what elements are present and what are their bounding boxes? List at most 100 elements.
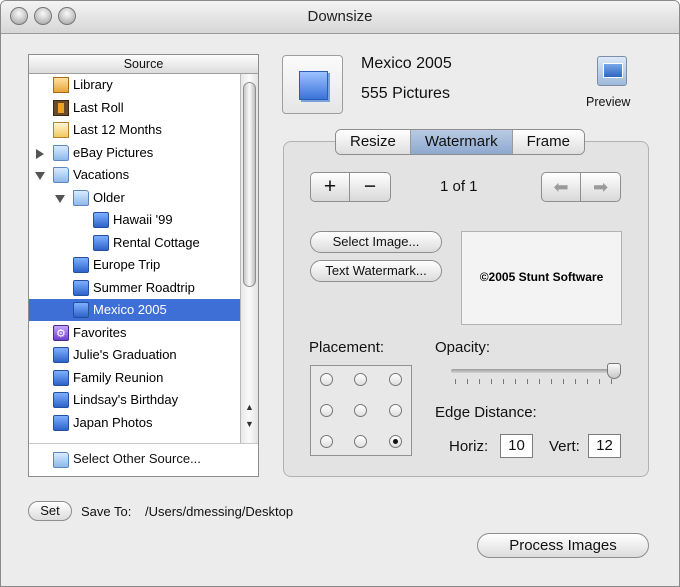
slider-tick — [467, 379, 468, 384]
placement-bottom-right-radio[interactable] — [389, 435, 402, 448]
placement-middle-right-radio[interactable] — [389, 404, 402, 417]
slider-tick — [575, 379, 576, 384]
source-item-favorites[interactable]: Favorites — [29, 322, 240, 345]
source-item-mexico-2005[interactable]: Mexico 2005 — [29, 299, 240, 321]
slider-tick — [599, 379, 600, 384]
window-title: Downsize — [307, 8, 373, 25]
text-watermark-button[interactable]: Text Watermark... — [310, 260, 442, 282]
placement-top-right-radio[interactable] — [389, 373, 402, 386]
scroll-up-arrow-icon[interactable]: ▲ — [241, 399, 258, 415]
tab-frame[interactable]: Frame — [512, 130, 584, 154]
vert-label: Vert: — [549, 438, 580, 455]
source-item-rental-cottage[interactable]: Rental Cottage — [29, 232, 240, 254]
process-images-button[interactable]: Process Images — [477, 533, 649, 558]
source-item-summer-roadtrip[interactable]: Summer Roadtrip — [29, 277, 240, 299]
save-to-label: Save To: — [81, 504, 132, 519]
album-thumbnail — [282, 55, 343, 114]
source-item-last-12-months[interactable]: Last 12 Months — [29, 119, 240, 141]
horiz-field[interactable]: 10 — [500, 434, 533, 458]
add-watermark-button[interactable]: + — [310, 172, 350, 202]
edge-distance-label: Edge Distance: — [435, 404, 537, 421]
source-list: Source Library Last Roll Last 12 Months … — [28, 54, 259, 477]
tab-watermark[interactable]: Watermark — [410, 130, 513, 154]
picture-count: 555 Pictures — [361, 85, 450, 102]
album-icon — [93, 234, 109, 251]
film-roll-icon — [53, 99, 69, 116]
slider-tick — [479, 379, 480, 384]
placement-label: Placement: — [309, 339, 385, 356]
album-icon — [53, 392, 69, 408]
source-item-last-roll[interactable]: Last Roll — [29, 97, 240, 119]
placement-grid — [310, 365, 412, 456]
set-button[interactable]: Set — [28, 501, 72, 521]
source-header[interactable]: Source — [29, 55, 258, 74]
remove-watermark-button[interactable]: − — [350, 172, 391, 202]
source-item-library[interactable]: Library — [29, 74, 240, 96]
album-icon — [53, 369, 69, 386]
slider-tick — [527, 379, 528, 384]
select-image-button[interactable]: Select Image... — [310, 231, 442, 253]
next-arrow-button[interactable]: ➡ — [581, 172, 621, 202]
slider-tick — [551, 379, 552, 384]
folder-icon — [73, 189, 89, 206]
library-icon — [53, 77, 69, 93]
title-bar: Downsize — [1, 1, 679, 34]
smart-album-icon — [53, 323, 69, 345]
placement-bottom-center-radio[interactable] — [354, 435, 367, 448]
album-icon — [73, 302, 89, 318]
save-path: /Users/dmessing/Desktop — [145, 504, 294, 519]
opacity-slider-knob[interactable] — [607, 363, 621, 379]
calendar-icon — [53, 122, 69, 138]
placement-top-center-radio[interactable] — [354, 373, 367, 386]
source-item-hawaii-99[interactable]: Hawaii '99 — [29, 209, 240, 231]
downsize-window: Downsize Source Library Last Roll Last 1… — [0, 0, 680, 587]
source-item-japan-photos[interactable]: Japan Photos — [29, 412, 240, 434]
disclosure-triangle-open-icon[interactable] — [35, 172, 45, 180]
opacity-slider[interactable] — [451, 369, 621, 373]
horiz-label: Horiz: — [449, 438, 489, 455]
album-icon — [53, 347, 69, 363]
placement-center-radio[interactable] — [354, 404, 367, 417]
folder-icon — [53, 167, 69, 183]
album-icon — [93, 212, 109, 228]
source-item-europe-trip[interactable]: Europe Trip — [29, 254, 240, 276]
select-other-source-label: Select Other Source... — [73, 451, 201, 466]
scrollbar-thumb[interactable] — [243, 82, 256, 287]
source-item-older[interactable]: Older — [29, 187, 240, 209]
disclosure-triangle-closed-icon[interactable] — [36, 148, 44, 159]
previous-arrow-button[interactable]: ⬅ — [541, 172, 581, 202]
source-item-ebay-pictures[interactable]: eBay Pictures — [29, 142, 240, 164]
slider-tick — [563, 379, 564, 384]
source-item-family-reunion[interactable]: Family Reunion — [29, 367, 240, 389]
album-icon — [73, 257, 89, 273]
watermark-preview: ©2005 Stunt Software — [461, 231, 622, 325]
slider-tick — [515, 379, 516, 384]
slider-tick — [539, 379, 540, 384]
left-arrow-icon: ⬅ — [553, 177, 569, 197]
preview-icon[interactable] — [597, 56, 627, 86]
album-name: Mexico 2005 — [361, 55, 452, 72]
right-arrow-icon: ➡ — [592, 177, 609, 197]
slider-tick — [455, 379, 456, 384]
placement-middle-left-radio[interactable] — [320, 404, 333, 417]
slider-tick — [503, 379, 504, 384]
source-item-vacations[interactable]: Vacations — [29, 164, 240, 186]
vert-field[interactable]: 12 — [588, 434, 621, 458]
placement-bottom-left-radio[interactable] — [320, 435, 333, 448]
disclosure-triangle-open-icon[interactable] — [55, 194, 65, 203]
source-tree: Library Last Roll Last 12 Months eBay Pi… — [29, 74, 240, 444]
placement-top-left-radio[interactable] — [320, 373, 333, 386]
opacity-label: Opacity: — [435, 339, 491, 356]
settings-tabs: Resize Watermark Frame — [335, 129, 585, 155]
source-item-julies-graduation[interactable]: Julie's Graduation — [29, 344, 240, 366]
album-icon — [53, 414, 69, 431]
scroll-down-arrow-icon[interactable]: ▼ — [241, 416, 258, 432]
folder-icon — [53, 452, 69, 468]
preview-label[interactable]: Preview — [586, 95, 630, 109]
album-icon — [299, 71, 328, 100]
select-other-source-row[interactable]: Select Other Source... — [29, 443, 258, 476]
source-scrollbar[interactable]: ▲ ▼ — [240, 74, 258, 444]
album-icon — [73, 279, 89, 296]
tab-resize[interactable]: Resize — [336, 130, 411, 154]
source-item-lindsays-birthday[interactable]: Lindsay's Birthday — [29, 389, 240, 411]
